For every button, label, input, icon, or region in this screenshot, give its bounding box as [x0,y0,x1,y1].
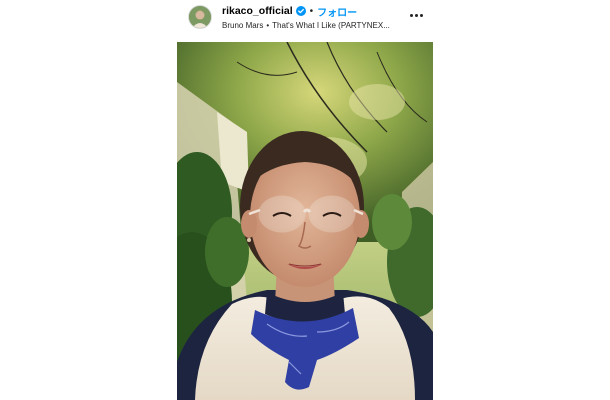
header-line-primary: rikaco_official • フォロー [222,4,357,19]
audio-title: That's What I Like (PARTYNEX... [272,20,390,30]
post-header: rikaco_official • フォロー Bruno Mars • That… [176,0,434,42]
more-options-icon[interactable] [407,8,425,22]
separator-dot: • [309,5,314,17]
verified-badge-icon [295,6,306,16]
audio-attribution[interactable]: Bruno Mars • That's What I Like (PARTYNE… [222,19,390,31]
post-media-image[interactable] [177,42,433,400]
audio-artist: Bruno Mars [222,20,264,30]
follow-button[interactable]: フォロー [317,4,357,19]
avatar[interactable] [189,6,211,28]
instagram-post: rikaco_official • フォロー Bruno Mars • That… [176,0,434,400]
username-link[interactable]: rikaco_official [222,5,293,17]
audio-separator: • [266,20,270,30]
